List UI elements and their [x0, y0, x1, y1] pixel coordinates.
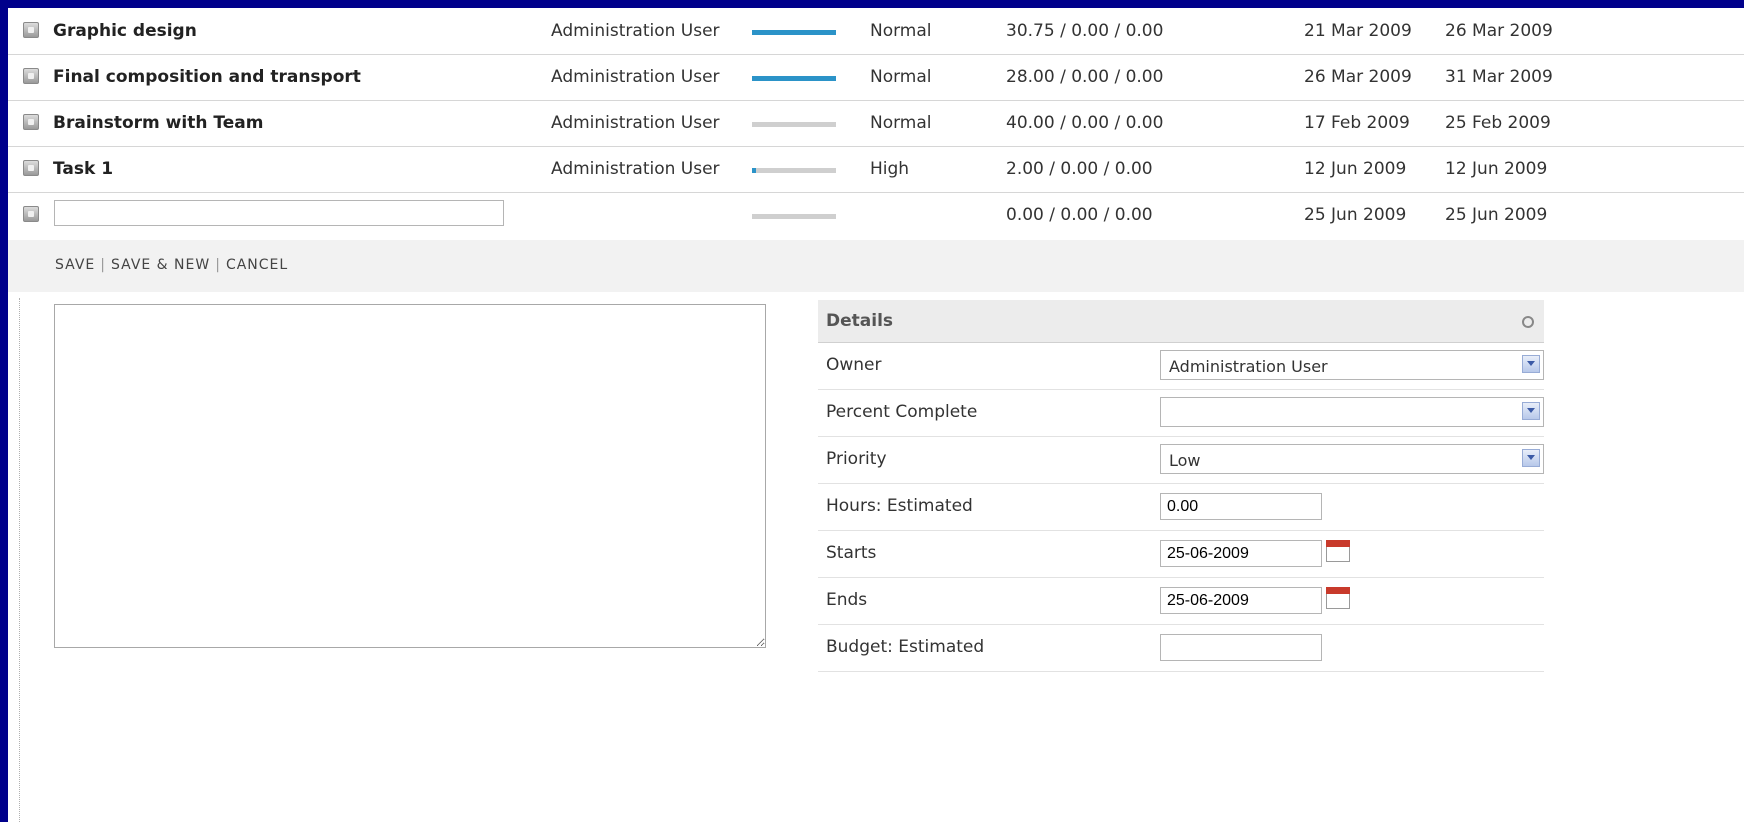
owner-select-value: Administration User — [1169, 357, 1328, 376]
hours-estimated-input[interactable] — [1160, 493, 1322, 520]
task-start-date: 12 Jun 2009 — [1304, 159, 1407, 179]
task-start-date: 21 Mar 2009 — [1304, 21, 1412, 41]
table-row[interactable]: Final composition and transport Administ… — [8, 54, 1744, 101]
progress-bar — [752, 168, 836, 173]
table-row[interactable]: Task 1 Administration User High 2.00 / 0… — [8, 146, 1744, 193]
task-name[interactable]: Final composition and transport — [53, 67, 361, 87]
task-name[interactable]: Task 1 — [53, 159, 113, 179]
action-separator: | — [100, 257, 106, 273]
new-task-name-input[interactable] — [54, 200, 504, 226]
action-bar: SAVE | SAVE & NEW | CANCEL — [8, 240, 1744, 292]
task-name[interactable]: Graphic design — [53, 21, 197, 41]
starts-label: Starts — [826, 543, 877, 563]
priority-select-value: Low — [1169, 451, 1201, 470]
task-owner: Administration User — [551, 113, 720, 133]
table-row[interactable]: Graphic design Administration User Norma… — [8, 8, 1744, 55]
expand-icon[interactable] — [23, 206, 39, 222]
hours-estimated-label: Hours: Estimated — [826, 496, 973, 516]
settings-circle-icon[interactable] — [1522, 316, 1534, 328]
priority-row: Priority Low — [818, 437, 1544, 484]
expand-icon[interactable] — [23, 68, 39, 84]
hours-estimated-row: Hours: Estimated — [818, 484, 1544, 531]
task-name[interactable]: Brainstorm with Team — [53, 113, 263, 133]
owner-select[interactable]: Administration User — [1160, 350, 1544, 380]
progress-bar — [752, 76, 836, 81]
expand-icon[interactable] — [23, 160, 39, 176]
task-owner: Administration User — [551, 159, 720, 179]
progress-fill — [752, 76, 836, 81]
progress-fill — [752, 168, 757, 173]
starts-date-input[interactable] — [1160, 540, 1322, 567]
task-priority: Normal — [870, 67, 932, 87]
expand-icon[interactable] — [23, 114, 39, 130]
ends-date-input[interactable] — [1160, 587, 1322, 614]
task-owner: Administration User — [551, 67, 720, 87]
chevron-down-icon[interactable] — [1522, 402, 1540, 420]
save-and-new-button[interactable]: SAVE & NEW — [111, 257, 210, 273]
calendar-icon[interactable] — [1326, 587, 1350, 609]
new-task-row: 0.00 / 0.00 / 0.00 25 Jun 2009 25 Jun 20… — [8, 192, 1744, 238]
task-end-date: 12 Jun 2009 — [1445, 159, 1548, 179]
progress-fill — [752, 30, 836, 35]
gutter-divider — [19, 298, 20, 822]
details-header: Details — [818, 300, 1544, 343]
budget-estimated-input[interactable] — [1160, 634, 1322, 661]
task-priority: Normal — [870, 21, 932, 41]
ends-label: Ends — [826, 590, 868, 610]
task-hours: 28.00 / 0.00 / 0.00 — [1006, 67, 1164, 87]
percent-complete-select[interactable] — [1160, 397, 1544, 427]
task-hours: 30.75 / 0.00 / 0.00 — [1006, 21, 1164, 41]
priority-label: Priority — [826, 449, 887, 469]
percent-complete-row: Percent Complete — [818, 390, 1544, 437]
task-priority: Normal — [870, 113, 932, 133]
description-textarea[interactable] — [54, 304, 766, 648]
table-row[interactable]: Brainstorm with Team Administration User… — [8, 100, 1744, 147]
priority-select[interactable]: Low — [1160, 444, 1544, 474]
task-start-date: 25 Jun 2009 — [1304, 205, 1407, 225]
task-end-date: 26 Mar 2009 — [1445, 21, 1553, 41]
owner-row: Owner Administration User — [818, 343, 1544, 390]
details-panel: Details Owner Administration User Percen… — [818, 300, 1544, 672]
task-owner: Administration User — [551, 21, 720, 41]
save-button[interactable]: SAVE — [55, 257, 95, 273]
percent-complete-label: Percent Complete — [826, 402, 978, 422]
ends-row: Ends — [818, 578, 1544, 625]
task-editor-panel: Graphic design Administration User Norma… — [8, 8, 1744, 822]
action-separator: | — [215, 257, 221, 273]
expand-icon[interactable] — [23, 22, 39, 38]
task-end-date: 31 Mar 2009 — [1445, 67, 1553, 87]
task-hours: 0.00 / 0.00 / 0.00 — [1006, 205, 1153, 225]
calendar-icon[interactable] — [1326, 540, 1350, 562]
task-end-date: 25 Jun 2009 — [1445, 205, 1548, 225]
owner-label: Owner — [826, 355, 882, 375]
task-start-date: 26 Mar 2009 — [1304, 67, 1412, 87]
budget-estimated-row: Budget: Estimated — [818, 625, 1544, 672]
cancel-button[interactable]: CANCEL — [226, 257, 288, 273]
progress-bar — [752, 122, 836, 127]
task-priority: High — [870, 159, 910, 179]
chevron-down-icon[interactable] — [1522, 449, 1540, 467]
task-hours: 2.00 / 0.00 / 0.00 — [1006, 159, 1153, 179]
starts-row: Starts — [818, 531, 1544, 578]
task-end-date: 25 Feb 2009 — [1445, 113, 1551, 133]
details-title: Details — [826, 311, 894, 331]
chevron-down-icon[interactable] — [1522, 355, 1540, 373]
budget-estimated-label: Budget: Estimated — [826, 637, 985, 657]
task-start-date: 17 Feb 2009 — [1304, 113, 1410, 133]
task-hours: 40.00 / 0.00 / 0.00 — [1006, 113, 1164, 133]
progress-bar — [752, 30, 836, 35]
progress-bar — [752, 214, 836, 219]
